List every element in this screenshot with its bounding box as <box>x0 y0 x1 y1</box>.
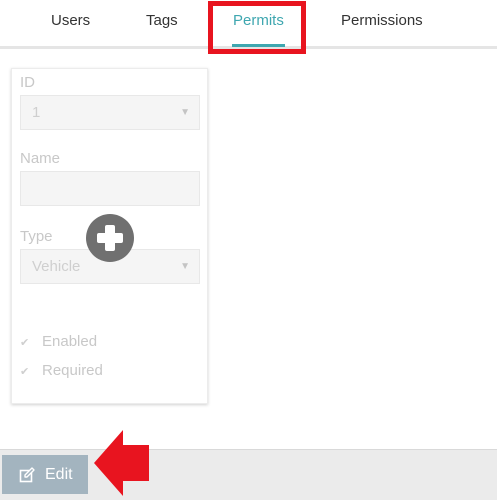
tab-tags[interactable]: Tags <box>146 12 178 29</box>
plus-icon-vertical <box>105 225 115 251</box>
caret-down-icon: ▼ <box>180 261 190 272</box>
id-select[interactable]: 1 ▼ <box>20 95 200 130</box>
tab-permissions[interactable]: Permissions <box>341 12 423 29</box>
check-icon: ✔ <box>20 366 30 378</box>
tab-users[interactable]: Users <box>51 12 90 29</box>
add-button[interactable] <box>86 214 134 262</box>
edit-button-label: Edit <box>45 466 73 483</box>
type-label: Type <box>20 228 53 245</box>
annotation-arrow-icon <box>94 430 149 496</box>
id-label: ID <box>20 74 35 91</box>
enabled-checkbox[interactable]: ✔ Enabled <box>20 333 97 350</box>
required-label: Required <box>42 362 103 379</box>
type-select-value: Vehicle <box>32 258 81 275</box>
id-select-value: 1 <box>32 104 41 121</box>
permits-page: Users Tags Permits Permissions ID 1 ▼ Na… <box>0 0 497 500</box>
caret-down-icon: ▼ <box>180 107 190 118</box>
name-label: Name <box>20 150 61 167</box>
edit-icon <box>19 467 35 483</box>
edit-button[interactable]: Edit <box>2 455 88 494</box>
check-icon: ✔ <box>20 337 30 349</box>
annotation-highlight-box <box>208 1 306 54</box>
name-input[interactable] <box>20 171 200 206</box>
required-checkbox[interactable]: ✔ Required <box>20 362 103 379</box>
enabled-label: Enabled <box>42 333 98 350</box>
